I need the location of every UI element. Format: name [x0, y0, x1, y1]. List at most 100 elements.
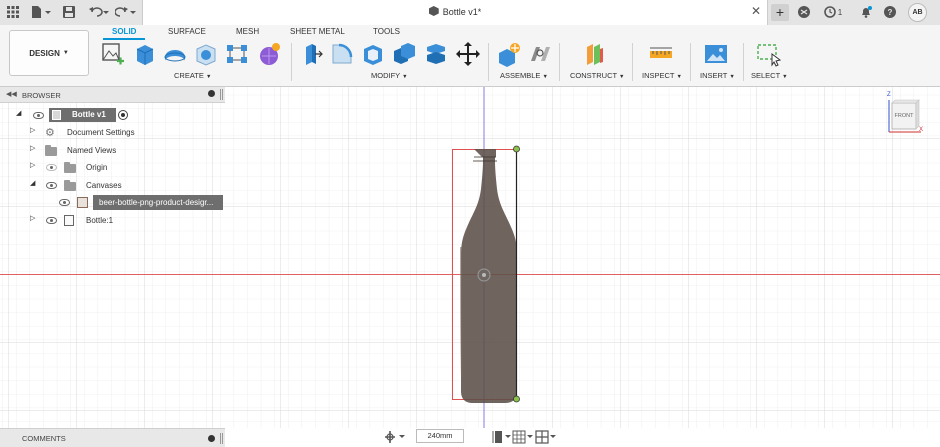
workspace-switcher-button[interactable]: DESIGN ▼: [9, 30, 89, 76]
expand-triangle-icon[interactable]: ◢: [16, 109, 21, 117]
toolbar-divider: [559, 43, 560, 81]
undo-icon[interactable]: [87, 4, 111, 20]
tab-solid[interactable]: SOLID: [112, 27, 136, 36]
move-copy-icon[interactable]: [455, 41, 481, 67]
construct-menu[interactable]: CONSTRUCT ▼: [570, 71, 625, 80]
save-icon[interactable]: [62, 4, 76, 20]
tab-sheet-metal[interactable]: SHEET METAL: [290, 27, 345, 36]
shell-icon[interactable]: [360, 41, 386, 67]
inspect-menu[interactable]: INSPECT ▼: [642, 71, 682, 80]
create-sketch-icon[interactable]: [100, 41, 126, 67]
add-comment-icon[interactable]: [208, 435, 215, 442]
folder-icon: [64, 162, 76, 173]
insert-menu[interactable]: INSERT ▼: [700, 71, 735, 80]
browser-item-canvases[interactable]: ◢ Canvases: [0, 178, 225, 193]
browser-item-label: Document Settings: [67, 128, 135, 137]
calibration-point-bottom[interactable]: [513, 395, 520, 403]
visibility-eye-icon[interactable]: [46, 182, 57, 189]
orbit-tool-icon[interactable]: [384, 430, 406, 444]
app-grid-icon[interactable]: [6, 4, 20, 20]
new-tab-button[interactable]: +: [771, 4, 789, 21]
fillet-icon[interactable]: [329, 41, 355, 67]
select-menu[interactable]: SELECT ▼: [751, 71, 788, 80]
origin-center: [482, 273, 486, 277]
browser-options-icon[interactable]: [208, 90, 215, 97]
extensions-icon[interactable]: [797, 4, 811, 20]
browser-item-label: Named Views: [67, 146, 117, 155]
job-status-icon[interactable]: 1: [822, 4, 844, 20]
new-component-icon[interactable]: [496, 41, 522, 67]
origin-point[interactable]: [477, 268, 491, 282]
expand-triangle-icon[interactable]: ▷: [30, 161, 35, 169]
select-window-icon[interactable]: [756, 41, 782, 67]
browser-item-canvas-image[interactable]: beer-bottle-png-product-desigr...: [0, 195, 225, 210]
offset-plane-icon[interactable]: [582, 41, 608, 67]
browser-item-document-settings[interactable]: ▷ ⚙ Document Settings: [0, 125, 225, 140]
collapse-panel-icon[interactable]: ◀◀: [6, 90, 17, 98]
browser-item-named-views[interactable]: ▷ Named Views: [0, 143, 225, 158]
document-title-text: Bottle v1*: [442, 7, 482, 17]
pattern-icon[interactable]: [224, 41, 250, 67]
visibility-eye-icon[interactable]: [46, 164, 57, 171]
combine-icon[interactable]: [391, 41, 417, 67]
comments-panel[interactable]: COMMENTS: [0, 428, 225, 447]
folder-icon: [45, 145, 57, 156]
component-box-icon: [64, 215, 74, 226]
extrude-icon[interactable]: [131, 41, 157, 67]
tab-mesh[interactable]: MESH: [236, 27, 259, 36]
activate-radio-icon[interactable]: [118, 110, 128, 120]
toolbar-divider: [743, 43, 744, 81]
redo-icon[interactable]: [114, 4, 138, 20]
calibration-point-top[interactable]: [513, 145, 520, 153]
document-tab[interactable]: Bottle v1* ✕: [142, 0, 768, 25]
file-menu-icon[interactable]: [30, 4, 52, 20]
title-bar: Bottle v1* ✕ + 1 ? AB: [0, 0, 940, 25]
view-cube-front-face[interactable]: FRONT: [892, 113, 916, 119]
viewports-icon[interactable]: [535, 430, 557, 444]
modify-menu[interactable]: MODIFY ▼: [371, 71, 408, 80]
ribbon-toolbar: DESIGN ▼ SOLID SURFACE MESH SHEET METAL …: [0, 25, 940, 87]
bottle-canvas-image[interactable]: [460, 149, 517, 403]
toolbar-divider: [632, 43, 633, 81]
browser-item-bottle-component[interactable]: ▷ Bottle:1: [0, 213, 225, 228]
joint-icon[interactable]: [527, 41, 553, 67]
close-tab-icon[interactable]: ✕: [751, 4, 761, 18]
expand-triangle-icon[interactable]: ▷: [30, 144, 35, 152]
tab-surface[interactable]: SURFACE: [168, 27, 206, 36]
panel-resize-handle[interactable]: [220, 89, 223, 100]
browser-item-origin[interactable]: ▷ Origin: [0, 160, 225, 175]
assemble-menu[interactable]: ASSEMBLE ▼: [500, 71, 548, 80]
revolve-icon[interactable]: [162, 41, 188, 67]
notifications-icon[interactable]: [859, 4, 873, 20]
expand-triangle-icon[interactable]: ▷: [30, 126, 35, 134]
visibility-eye-icon[interactable]: [33, 112, 44, 119]
browser-item-root[interactable]: ◢ Bottle v1: [0, 108, 225, 123]
display-settings-icon[interactable]: [492, 430, 512, 444]
hole-icon[interactable]: [193, 41, 219, 67]
expand-triangle-icon[interactable]: ◢: [30, 179, 35, 187]
user-avatar[interactable]: AB: [908, 3, 927, 22]
view-cube[interactable]: Z X FRONT: [884, 92, 924, 136]
insert-canvas-icon[interactable]: [703, 41, 729, 67]
browser-panel-header[interactable]: ◀◀ BROWSER: [0, 87, 225, 103]
component-icon: [428, 6, 439, 16]
canvas-bounds: [452, 149, 517, 400]
folder-icon: [64, 180, 76, 191]
visibility-eye-icon[interactable]: [46, 217, 57, 224]
comments-title: COMMENTS: [22, 434, 66, 443]
press-pull-icon[interactable]: [298, 41, 324, 67]
gear-icon: ⚙: [45, 127, 55, 139]
zoom-value-field[interactable]: 240mm: [416, 429, 464, 443]
expand-triangle-icon[interactable]: ▷: [30, 214, 35, 222]
help-icon[interactable]: ?: [883, 4, 897, 20]
panel-resize-handle[interactable]: [220, 433, 223, 444]
browser-item-label: Origin: [86, 163, 108, 172]
visibility-eye-icon[interactable]: [59, 199, 70, 206]
measure-icon[interactable]: [648, 41, 674, 67]
grid-settings-icon[interactable]: [512, 430, 534, 444]
split-body-icon[interactable]: [423, 41, 449, 67]
create-menu[interactable]: CREATE ▼: [174, 71, 211, 80]
create-form-icon[interactable]: [256, 41, 282, 67]
job-count-badge: 1: [837, 7, 843, 17]
tab-tools[interactable]: TOOLS: [373, 27, 400, 36]
